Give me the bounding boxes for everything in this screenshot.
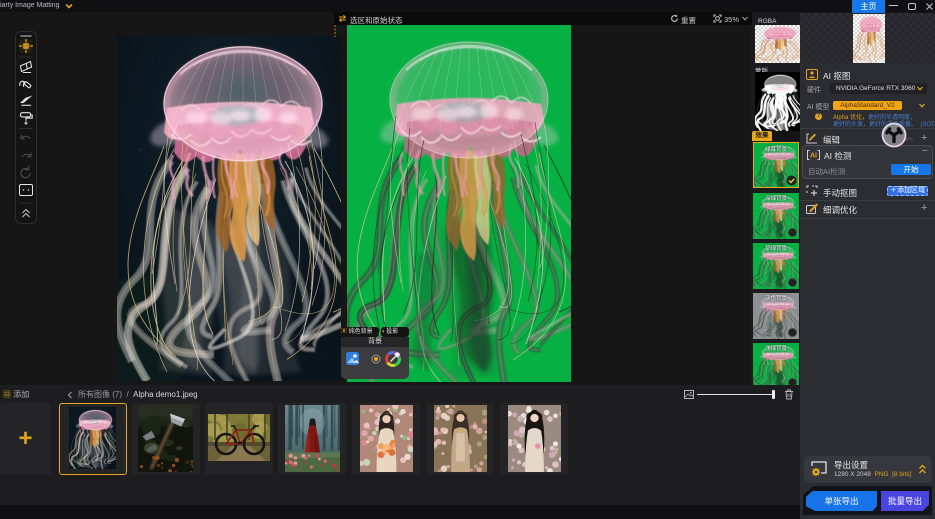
svg-text:AI: AI (810, 153, 817, 160)
